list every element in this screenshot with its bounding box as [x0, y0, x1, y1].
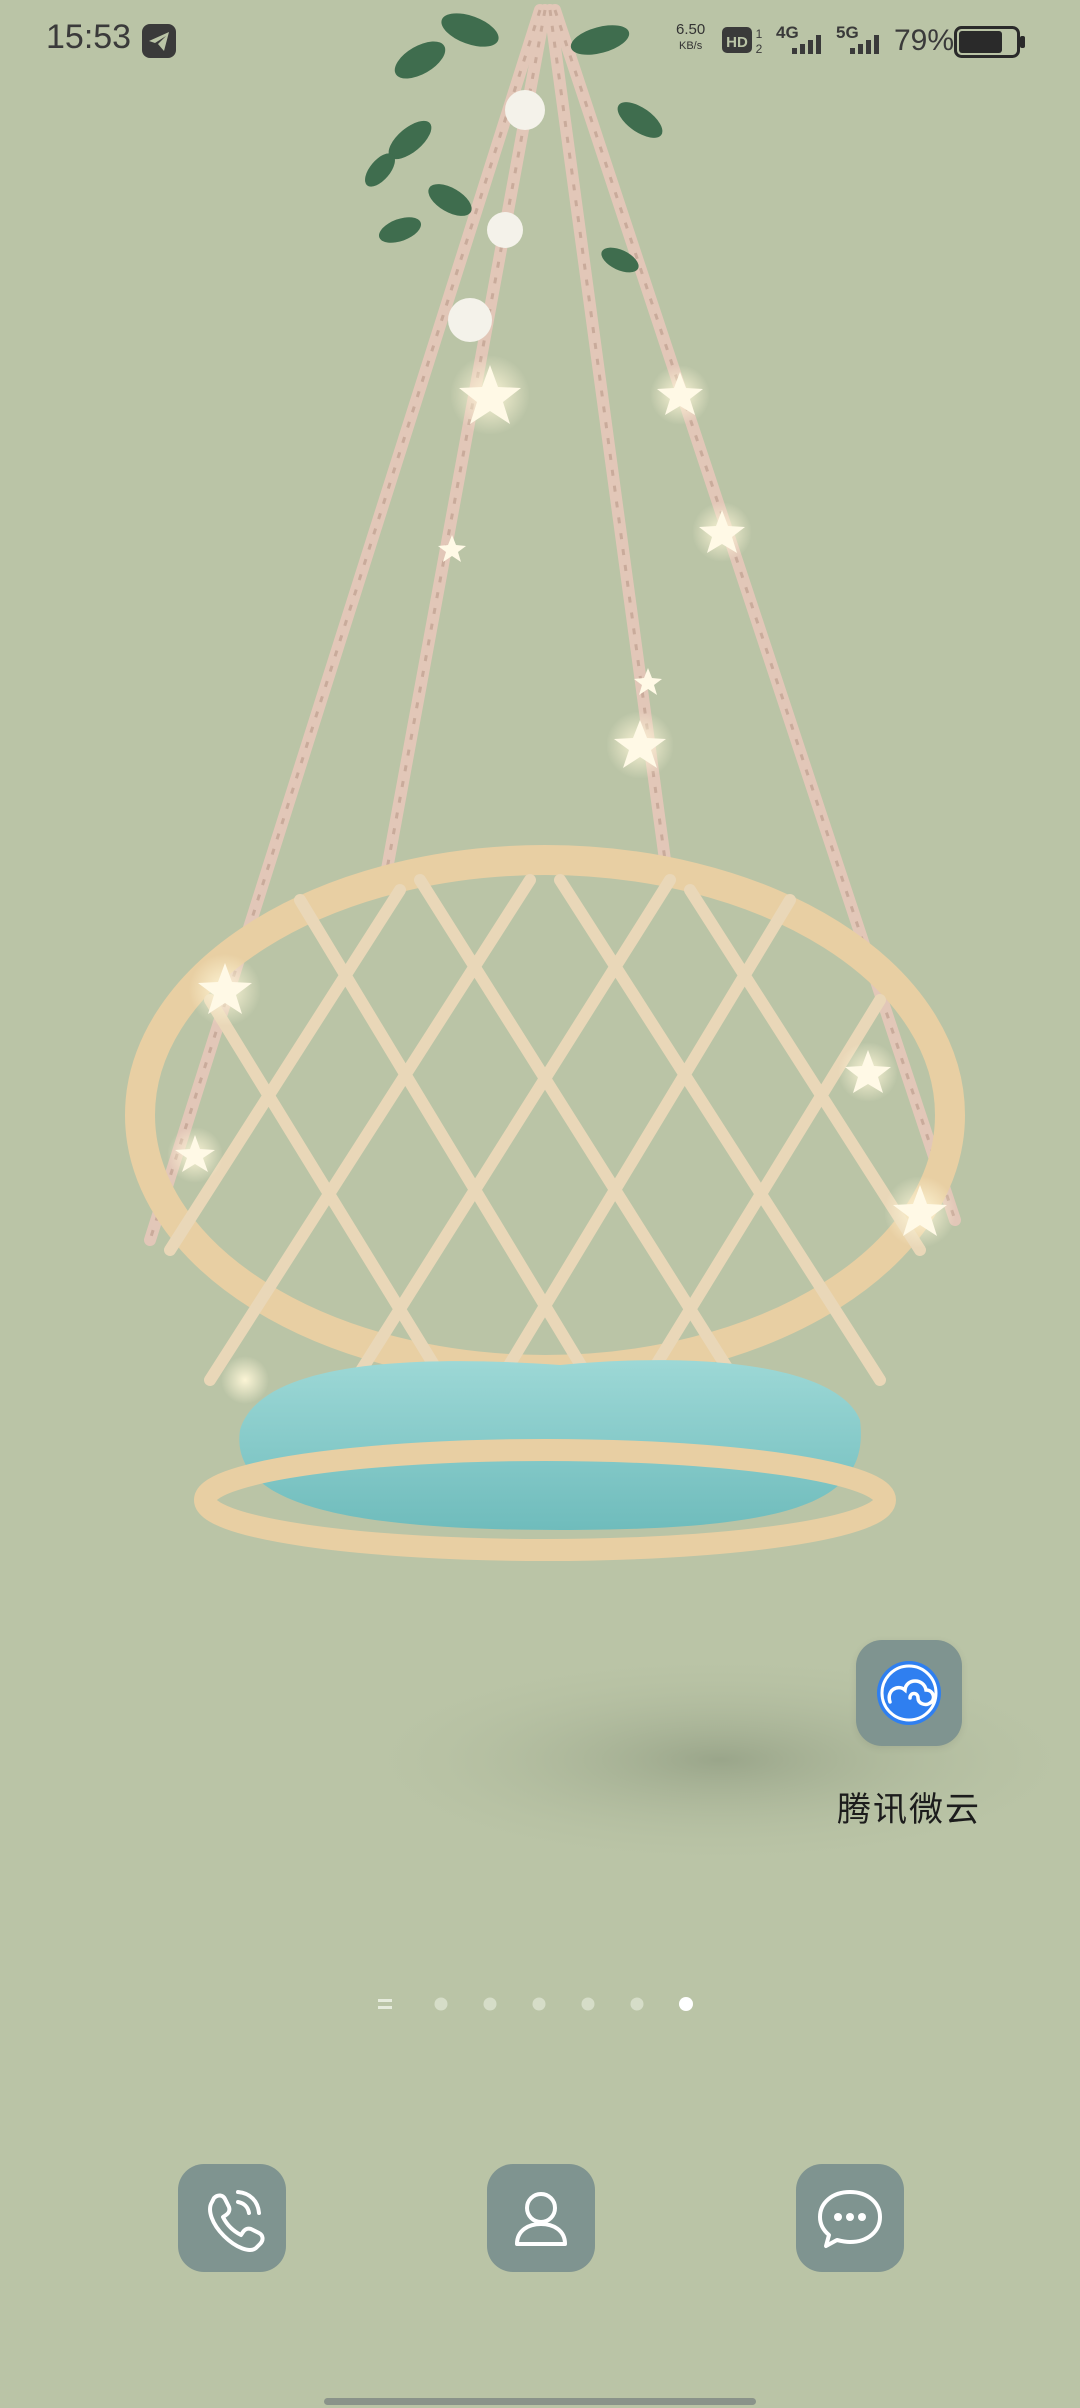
phone-icon — [208, 2190, 265, 2252]
signal-4g-label: 4G — [776, 23, 799, 42]
dock-phone-button[interactable] — [178, 2164, 286, 2272]
page-dot-active[interactable] — [679, 1997, 693, 2011]
page-dot[interactable] — [581, 1997, 595, 2011]
page-dots — [434, 1997, 693, 2011]
dock-contacts-button[interactable] — [487, 2164, 595, 2272]
page-dot[interactable] — [630, 1997, 644, 2011]
app-label-tencent-weiyun[interactable]: 腾讯微云 — [802, 1782, 1016, 1831]
dock-messages-button[interactable] — [796, 2164, 904, 2272]
page-indicator[interactable] — [378, 1992, 698, 2016]
status-bar: 15:53 6.50 KB/s HD 1 2 4G 5G 79% — [0, 0, 1080, 80]
svg-text:1: 1 — [756, 27, 763, 41]
page-dot[interactable] — [532, 1997, 546, 2011]
tencent-weiyun-cloud-icon — [877, 1661, 941, 1725]
battery-percent: 79% — [894, 24, 955, 57]
page-indicator-menu-icon — [378, 1999, 392, 2009]
network-speed-unit: KB/s — [678, 40, 703, 52]
battery-fill — [959, 31, 1002, 53]
signal-5g-label: 5G — [836, 23, 859, 42]
wallpaper — [0, 0, 1080, 2408]
chair-shadow — [340, 1650, 1080, 1870]
page-dot[interactable] — [483, 1997, 497, 2011]
signal-5g-icon: 5G — [834, 22, 892, 58]
messages-icon — [818, 2190, 882, 2248]
app-tencent-weiyun[interactable] — [856, 1640, 962, 1746]
status-time: 15:53 — [46, 18, 132, 56]
hd-label: HD — [726, 34, 748, 51]
network-speed: 6.50 KB/s — [676, 22, 705, 54]
signal-4g-icon: 4G — [774, 22, 834, 58]
gesture-home-bar[interactable] — [324, 2398, 756, 2405]
network-speed-value: 6.50 — [676, 21, 706, 38]
battery-icon — [954, 26, 1026, 58]
contacts-icon — [515, 2192, 567, 2246]
svg-text:2: 2 — [756, 42, 763, 56]
hd-voice-icon: HD 1 2 — [722, 24, 766, 56]
telegram-notification-icon — [142, 24, 176, 58]
page-dot[interactable] — [434, 1997, 448, 2011]
